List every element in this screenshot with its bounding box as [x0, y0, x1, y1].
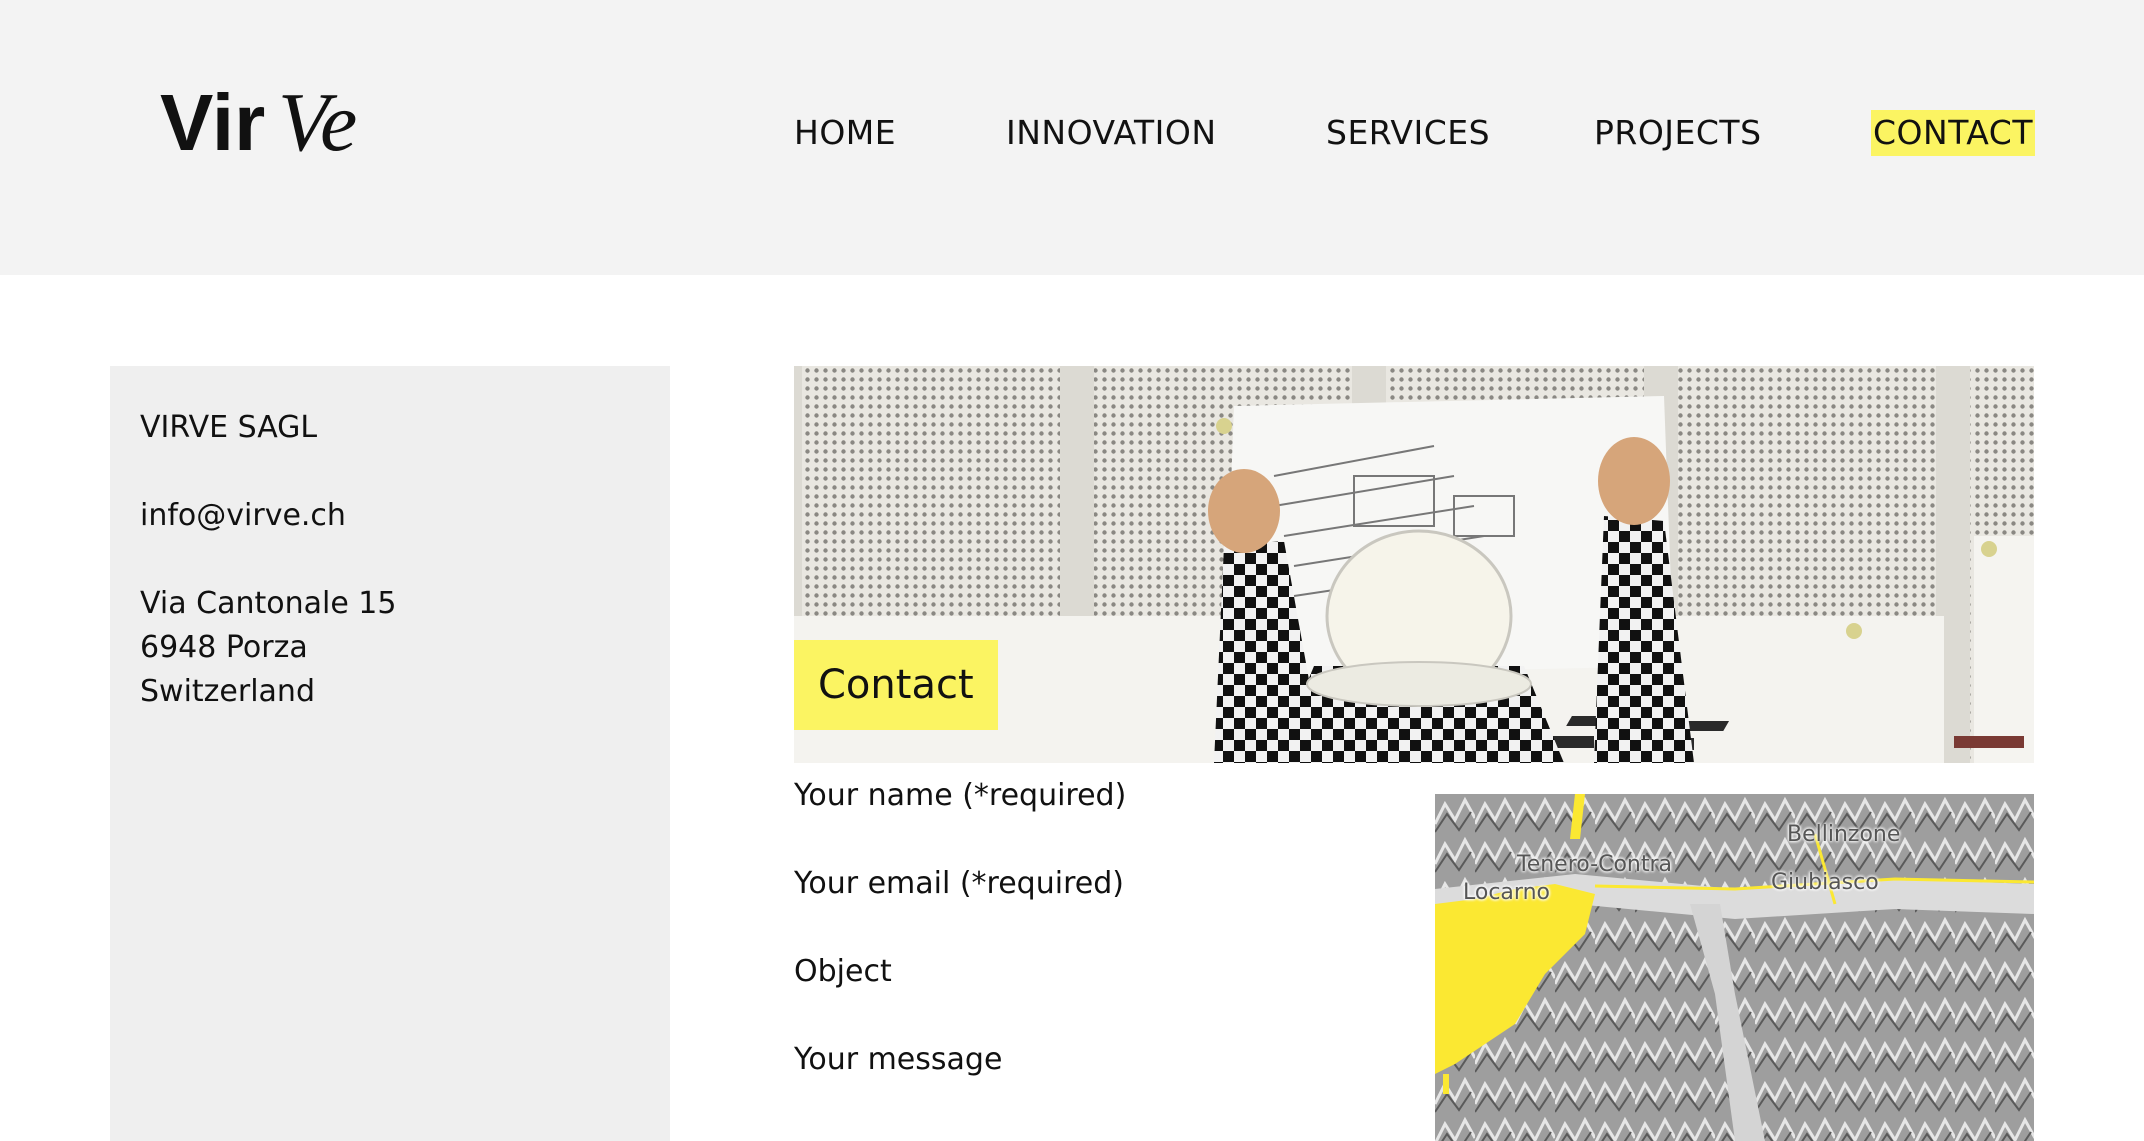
location-map[interactable]: Bellinzone Tenero-Contra Giubiasco Locar…	[1435, 794, 2034, 1141]
nav-innovation[interactable]: INNOVATION	[1006, 110, 1217, 156]
object-field-label: Object	[794, 954, 892, 989]
page: Vir Ve HOME INNOVATION SERVICES PROJECTS…	[0, 0, 2144, 1141]
contact-sidebar: VIRVE SAGL info@virve.ch Via Cantonale 1…	[110, 366, 670, 1141]
message-field-label: Your message	[794, 1042, 1003, 1077]
map-label-locarno: Locarno	[1463, 880, 1550, 905]
site-header: Vir Ve HOME INNOVATION SERVICES PROJECTS…	[0, 0, 2144, 275]
hero-image: Contact	[794, 366, 2034, 763]
map-label-giubiasco: Giubiasco	[1771, 870, 1879, 895]
address-line-2: 6948 Porza	[140, 630, 308, 665]
name-field-label: Your name (*required)	[794, 778, 1127, 813]
map-label-tenero-contra: Tenero-Contra	[1517, 852, 1672, 877]
nav-services[interactable]: SERVICES	[1326, 110, 1490, 156]
company-name: VIRVE SAGL	[140, 410, 318, 445]
main-nav: HOME INNOVATION SERVICES PROJECTS CONTAC…	[0, 110, 2144, 160]
email-field-label: Your email (*required)	[794, 866, 1124, 901]
nav-contact[interactable]: CONTACT	[1871, 110, 2035, 156]
hero-title: Contact	[794, 640, 998, 730]
address-line-1: Via Cantonale 15	[140, 586, 397, 621]
email-link[interactable]: info@virve.ch	[140, 494, 346, 538]
address-line-3: Switzerland	[140, 674, 315, 709]
nav-projects[interactable]: PROJECTS	[1594, 110, 1762, 156]
map-label-bellinzone: Bellinzone	[1787, 822, 1901, 847]
nav-home[interactable]: HOME	[794, 110, 896, 156]
map-terrain	[1435, 794, 2034, 1141]
